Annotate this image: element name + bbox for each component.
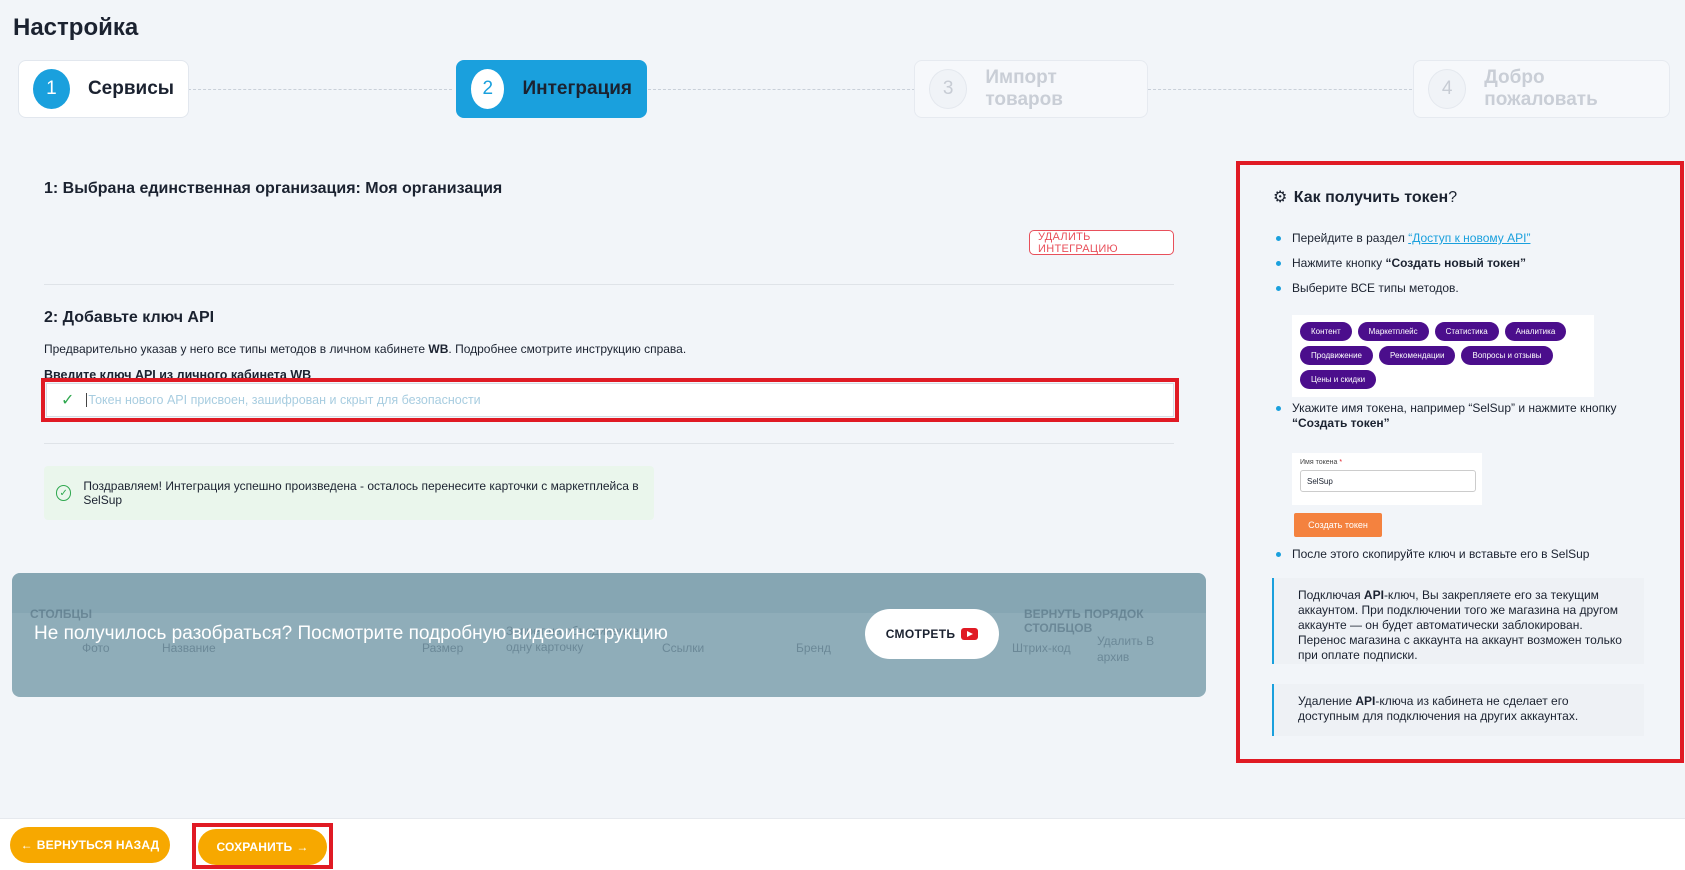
ghost-restore-label: ВЕРНУТЬ ПОРЯДОК СТОЛБЦОВ <box>1024 607 1144 635</box>
token-name-sample: SelSup <box>1300 470 1476 492</box>
ghost-header: Штрих-код <box>1012 641 1071 655</box>
gear-icon: ⚙ <box>1273 189 1288 206</box>
check-circle-icon: ✓ <box>56 485 72 501</box>
step-label: Добро пожаловать <box>1484 67 1598 110</box>
help-note-delete: Удаление API-ключа из кабинета не сделае… <box>1272 684 1644 736</box>
api-key-placeholder: Токен нового API присвоен, зашифрован и … <box>86 393 481 407</box>
step-label: Сервисы <box>87 78 174 99</box>
divider <box>44 443 1174 444</box>
token-name-image: Имя токена * SelSup <box>1292 453 1482 505</box>
stepper: 1 Сервисы 2 Интеграция 3 Импорт товаров … <box>18 60 1670 118</box>
watch-label: СМОТРЕТЬ <box>885 627 956 641</box>
save-button[interactable]: СОХРАНИТЬ → <box>198 829 327 865</box>
page-title: Настройка <box>13 14 139 41</box>
api-key-heading: 2: Добавьте ключ API <box>44 309 215 326</box>
step-number: 3 <box>929 69 968 109</box>
create-token-sample: Создать токен <box>1294 513 1382 537</box>
watch-video-button[interactable]: СМОТРЕТЬ <box>865 609 999 659</box>
step-number: 1 <box>33 69 70 109</box>
step-welcome: 4 Добро пожаловать <box>1413 60 1670 118</box>
method-tag: Цены и скидки <box>1300 370 1377 389</box>
step-connector <box>648 89 930 90</box>
help-note-account: Подключая API-ключ, Вы закрепляете его з… <box>1272 578 1644 664</box>
ghost-header: Удалить В архив <box>1097 634 1155 664</box>
step-import: 3 Импорт товаров <box>914 60 1148 118</box>
footer-bar: ← ВЕРНУТЬСЯ НАЗАД СОХРАНИТЬ → <box>0 818 1685 870</box>
organization-heading: 1: Выбрана единственная организация: Моя… <box>44 180 503 197</box>
help-step-4: Укажите имя токена, например “SelSup” и … <box>1276 401 1632 431</box>
new-api-access-link[interactable]: “Доступ к новому API” <box>1408 231 1530 245</box>
token-name-label: Имя токена * <box>1300 459 1343 466</box>
help-step-1: Перейдите в раздел “Доступ к новому API” <box>1275 231 1531 245</box>
help-step-2: Нажмите кнопку “Создать новый токен” <box>1275 256 1527 270</box>
step-connector <box>188 89 452 90</box>
banner-headline: Не получилось разобраться? Посмотрите по… <box>34 623 668 644</box>
step-services[interactable]: 1 Сервисы <box>18 60 189 118</box>
ghost-header: Бренд <box>796 641 831 655</box>
ghost-header: Ссылки <box>662 641 705 655</box>
delete-integration-button[interactable]: УДАЛИТЬ ИНТЕГРАЦИЮ <box>1029 230 1174 255</box>
api-key-input[interactable]: ✓ Токен нового API присвоен, зашифрован … <box>46 383 1174 417</box>
success-message: ✓ Поздравляем! Интеграция успешно произв… <box>44 466 654 520</box>
method-tag: Продвижение <box>1300 346 1373 365</box>
api-key-highlight: ✓ Токен нового API присвоен, зашифрован … <box>41 378 1179 422</box>
step-label: Интеграция <box>522 78 632 99</box>
arrow-left-icon: ← <box>20 838 33 852</box>
method-tag: Контент <box>1300 322 1352 341</box>
divider <box>44 284 1174 285</box>
step-number: 4 <box>1428 69 1467 109</box>
back-button[interactable]: ← ВЕРНУТЬСЯ НАЗАД <box>10 827 170 863</box>
help-step-3: Выберите ВСЕ типы методов. <box>1276 281 1459 295</box>
ghost-columns-label: СТОЛБЦЫ <box>30 607 92 621</box>
save-label: СОХРАНИТЬ <box>216 840 293 854</box>
step-number: 2 <box>471 69 505 109</box>
save-highlight: СОХРАНИТЬ → <box>192 823 333 869</box>
check-icon: ✓ <box>61 392 75 409</box>
help-title: ⚙ Как получить токен? <box>1273 189 1458 206</box>
api-key-description: Предварительно указав у него все типы ме… <box>44 342 687 356</box>
back-label: ВЕРНУТЬСЯ НАЗАД <box>36 838 160 852</box>
youtube-icon <box>961 628 979 640</box>
help-panel: ⚙ Как получить токен? Перейдите в раздел… <box>1236 161 1684 763</box>
success-text: Поздравляем! Интеграция успешно произвед… <box>83 479 639 507</box>
integration-form: 1: Выбрана единственная организация: Моя… <box>41 180 1179 520</box>
video-banner: СТОЛБЦЫ ВЕРНУТЬ ПОРЯДОК СТОЛБЦОВ Фото На… <box>12 573 1206 697</box>
step-connector <box>1148 89 1412 90</box>
step-integration[interactable]: 2 Интеграция <box>456 60 647 118</box>
method-types-image: Контент Маркетплейс Статистика Аналитика… <box>1292 315 1594 397</box>
method-tag: Вопросы и отзывы <box>1461 346 1553 365</box>
help-step-5: После этого скопируйте ключ и вставьте е… <box>1275 547 1590 561</box>
method-tag: Статистика <box>1434 322 1499 341</box>
method-tag: Аналитика <box>1504 322 1567 341</box>
step-label: Импорт товаров <box>985 67 1063 110</box>
arrow-right-icon: → <box>296 840 309 854</box>
method-tag: Маркетплейс <box>1357 322 1429 341</box>
method-tag: Рекомендации <box>1379 346 1456 365</box>
